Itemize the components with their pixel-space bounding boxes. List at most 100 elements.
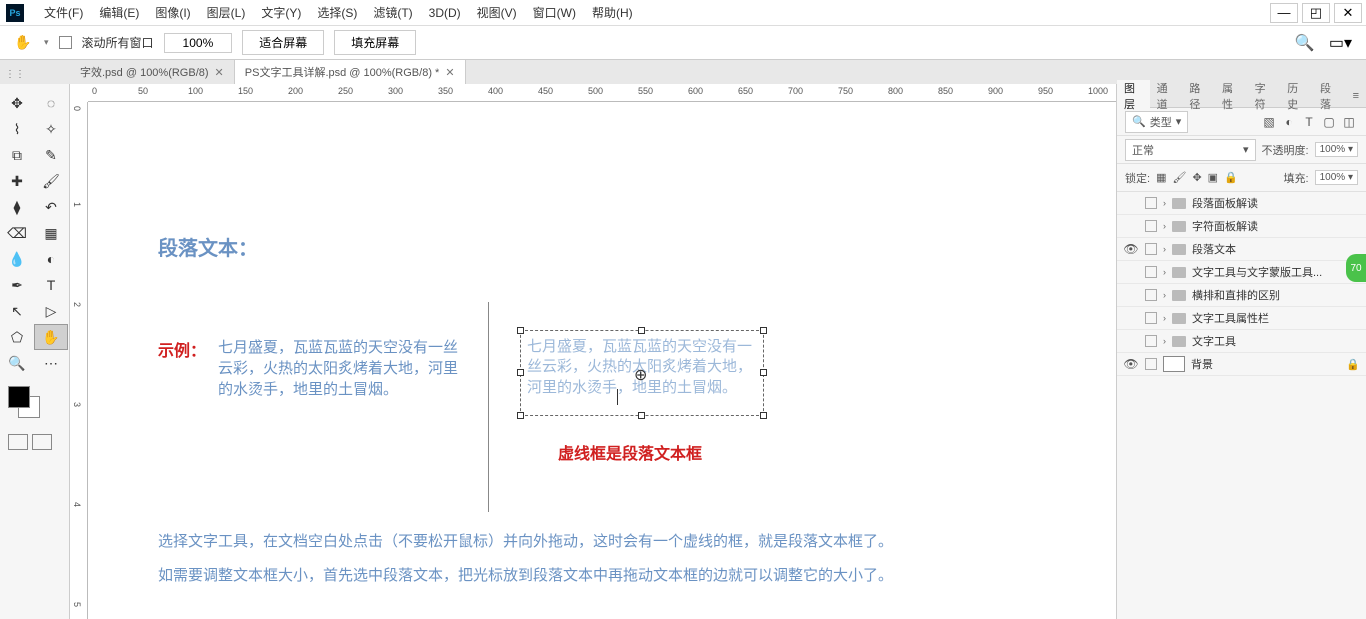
layer-checkbox[interactable]: [1145, 312, 1157, 324]
menu-select[interactable]: 选择(S): [309, 4, 365, 21]
type-tool[interactable]: T: [34, 272, 68, 298]
path-select-tool[interactable]: ↖: [0, 298, 34, 324]
vertical-ruler[interactable]: 0 1 2 3 4 5: [70, 102, 88, 619]
lock-all-icon[interactable]: 🔒: [1224, 171, 1238, 184]
layer-checkbox[interactable]: [1145, 197, 1157, 209]
visibility-toggle[interactable]: 👁: [1123, 357, 1139, 371]
panel-handle-icon[interactable]: ⋮⋮: [10, 64, 20, 84]
dropdown-icon[interactable]: ▾: [44, 37, 49, 48]
tab-paths[interactable]: 路径: [1182, 80, 1215, 112]
menu-image[interactable]: 图像(I): [147, 4, 198, 21]
opacity-input[interactable]: 100% ▾: [1315, 142, 1358, 157]
document-tab-1[interactable]: 字效.psd @ 100%(RGB/8) ✕: [70, 60, 235, 84]
resize-handle[interactable]: [760, 412, 767, 419]
resize-handle[interactable]: [517, 412, 524, 419]
pen-tool[interactable]: ✒: [0, 272, 34, 298]
magic-wand-tool[interactable]: ✧: [34, 116, 68, 142]
dodge-tool[interactable]: ◐: [34, 246, 68, 272]
expand-icon[interactable]: ›: [1163, 267, 1166, 277]
lock-position-icon[interactable]: ✥: [1192, 171, 1201, 184]
search-icon[interactable]: 🔍: [1295, 33, 1315, 53]
layer-checkbox[interactable]: [1145, 220, 1157, 232]
lock-transparent-icon[interactable]: ▦: [1156, 171, 1166, 184]
eyedropper-tool[interactable]: ✎: [34, 142, 68, 168]
lock-artboard-icon[interactable]: ▣: [1208, 171, 1218, 184]
filter-type-icon[interactable]: T: [1300, 115, 1318, 129]
filter-adjust-icon[interactable]: ◐: [1280, 115, 1298, 129]
tab-properties[interactable]: 属性: [1215, 80, 1248, 112]
zoom-input[interactable]: 100%: [164, 33, 233, 53]
filter-smart-icon[interactable]: ◫: [1340, 115, 1358, 129]
background-layer[interactable]: 👁背景🔒: [1117, 353, 1366, 376]
clone-tool[interactable]: ⧫: [0, 194, 34, 220]
layer-item[interactable]: ›文字工具属性栏: [1117, 307, 1366, 330]
resize-handle[interactable]: [760, 327, 767, 334]
layer-item[interactable]: ›文字工具: [1117, 330, 1366, 353]
expand-icon[interactable]: ›: [1163, 290, 1166, 300]
shape-tool[interactable]: ⬠: [0, 324, 34, 350]
lock-pixels-icon[interactable]: 🖌: [1172, 171, 1186, 184]
healing-tool[interactable]: ✚: [0, 168, 34, 194]
layer-item[interactable]: ›横排和直排的区别: [1117, 284, 1366, 307]
expand-icon[interactable]: ›: [1163, 244, 1166, 254]
move-tool[interactable]: ✥: [0, 90, 34, 116]
lock-icon[interactable]: 🔒: [1346, 358, 1360, 371]
brush-tool[interactable]: 🖌: [34, 168, 68, 194]
direct-select-tool[interactable]: ▷: [34, 298, 68, 324]
transform-center-icon[interactable]: ⊕: [634, 365, 647, 385]
resize-handle[interactable]: [517, 369, 524, 376]
minimize-button[interactable]: —: [1270, 3, 1298, 23]
history-brush-tool[interactable]: ↶: [34, 194, 68, 220]
document-canvas[interactable]: 段落文本： 示例： 七月盛夏，瓦蓝瓦蓝的天空没有一丝云彩，火热的太阳炙烤着大地，…: [88, 102, 1116, 619]
fit-screen-button[interactable]: 适合屏幕: [242, 30, 324, 55]
layer-item[interactable]: 👁›段落文本: [1117, 238, 1366, 261]
gradient-tool[interactable]: ▦: [34, 220, 68, 246]
tab-close-icon[interactable]: ✕: [445, 66, 454, 79]
filter-pixel-icon[interactable]: ▧: [1260, 115, 1278, 129]
lasso-tool[interactable]: ⌇: [0, 116, 34, 142]
zoom-tool[interactable]: 🔍: [0, 350, 34, 376]
panel-menu-icon[interactable]: ≡: [1346, 90, 1366, 102]
maximize-button[interactable]: ◰: [1302, 3, 1330, 23]
expand-icon[interactable]: ›: [1163, 336, 1166, 346]
layer-item[interactable]: ›段落面板解读: [1117, 192, 1366, 215]
blur-tool[interactable]: 💧: [0, 246, 34, 272]
menu-filter[interactable]: 滤镜(T): [365, 4, 420, 21]
workspace-icon[interactable]: ▭▾: [1329, 33, 1352, 53]
layer-checkbox[interactable]: [1145, 266, 1157, 278]
layer-item[interactable]: ›字符面板解读: [1117, 215, 1366, 238]
resize-handle[interactable]: [638, 412, 645, 419]
marquee-tool[interactable]: ◌: [34, 90, 68, 116]
tab-channels[interactable]: 通道: [1150, 80, 1183, 112]
foreground-color[interactable]: [8, 386, 30, 408]
edit-toolbar[interactable]: ⋯: [34, 350, 68, 376]
visibility-toggle[interactable]: 👁: [1123, 242, 1139, 256]
menu-file[interactable]: 文件(F): [36, 4, 91, 21]
color-swatches[interactable]: [8, 386, 48, 426]
expand-icon[interactable]: ›: [1163, 198, 1166, 208]
standard-mode[interactable]: [8, 434, 28, 450]
layer-checkbox[interactable]: [1145, 243, 1157, 255]
menu-view[interactable]: 视图(V): [469, 4, 525, 21]
quickmask-mode[interactable]: [32, 434, 52, 450]
menu-edit[interactable]: 编辑(E): [91, 4, 147, 21]
filter-type-dropdown[interactable]: 🔍 类型 ▾: [1125, 111, 1188, 133]
menu-window[interactable]: 窗口(W): [525, 4, 584, 21]
menu-type[interactable]: 文字(Y): [253, 4, 309, 21]
expand-icon[interactable]: ›: [1163, 313, 1166, 323]
fill-screen-button[interactable]: 填充屏幕: [334, 30, 416, 55]
expand-icon[interactable]: ›: [1163, 221, 1166, 231]
tab-layers[interactable]: 图层: [1117, 80, 1150, 112]
side-badge[interactable]: 70: [1346, 254, 1366, 282]
filter-shape-icon[interactable]: ▢: [1320, 115, 1338, 129]
tab-paragraph[interactable]: 段落: [1313, 80, 1346, 112]
menu-layer[interactable]: 图层(L): [199, 4, 254, 21]
horizontal-ruler[interactable]: 0 50 100 150 200 250 300 350 400 450 500…: [88, 84, 1116, 102]
menu-3d[interactable]: 3D(D): [421, 6, 469, 20]
resize-handle[interactable]: [638, 327, 645, 334]
document-tab-2[interactable]: PS文字工具详解.psd @ 100%(RGB/8) * ✕: [235, 60, 466, 84]
layer-checkbox[interactable]: [1145, 289, 1157, 301]
tab-character[interactable]: 字符: [1248, 80, 1281, 112]
layer-checkbox[interactable]: [1145, 358, 1157, 370]
layer-item[interactable]: ›文字工具与文字蒙版工具...: [1117, 261, 1366, 284]
